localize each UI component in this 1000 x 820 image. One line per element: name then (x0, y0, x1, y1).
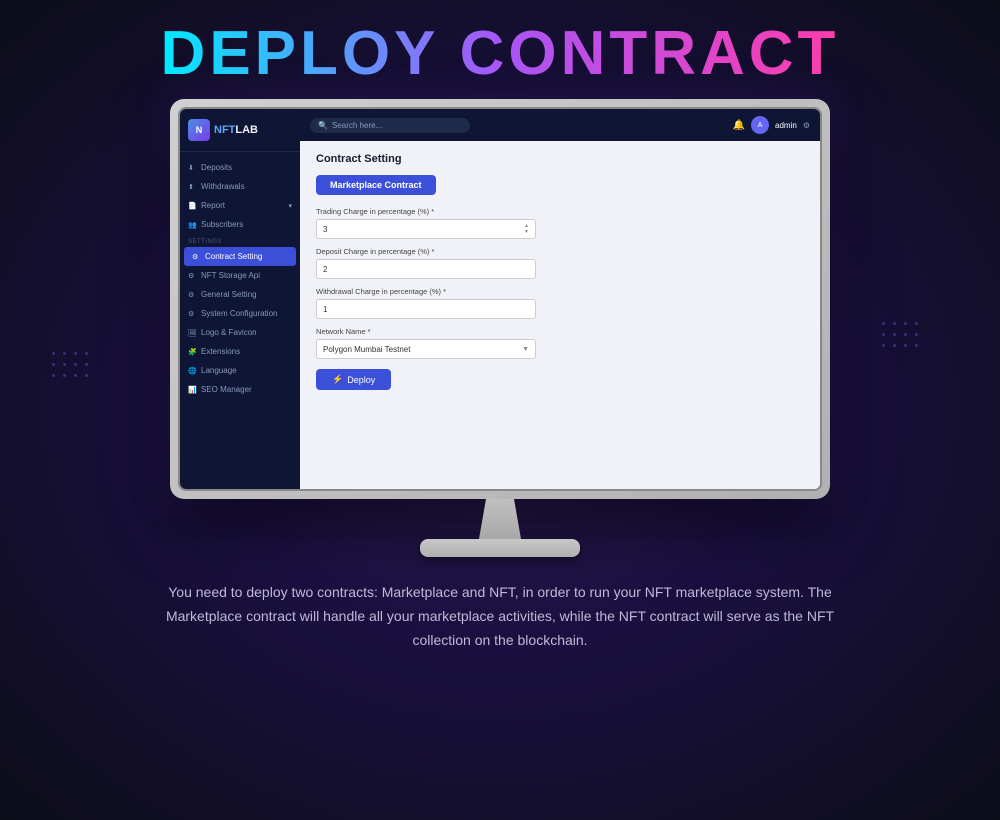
trading-charge-value: 3 (323, 225, 327, 234)
deploy-button-label: Deploy (347, 375, 375, 385)
page-main-title: DEPLOY CONTRACT (161, 18, 840, 89)
sidebar-item-label: SEO Manager (201, 385, 252, 394)
logo-icon: N (188, 119, 210, 141)
subscribers-icon: 👥 (188, 221, 196, 229)
trading-charge-label: Trading Charge in percentage (%) * (316, 207, 804, 216)
deposit-charge-value: 2 (323, 265, 327, 274)
logo-nft: NFT (214, 124, 235, 136)
logo-favicon-icon: 🖼 (188, 329, 196, 337)
deposit-charge-group: Deposit Charge in percentage (%) * 2 (316, 247, 804, 279)
logo-text: NFTLAB (214, 124, 258, 136)
deposit-charge-input[interactable]: 2 (316, 259, 536, 279)
withdrawal-charge-input[interactable]: 1 (316, 299, 536, 319)
sidebar-item-label: Deposits (201, 163, 232, 172)
sidebar-item-language[interactable]: 🌐 Language (180, 361, 300, 380)
search-box[interactable]: 🔍 Search here... (310, 118, 470, 133)
sidebar-item-report[interactable]: 📄 Report ▾ (180, 196, 300, 215)
admin-label: admin (775, 121, 797, 130)
sidebar-item-contract-setting[interactable]: ⚙ Contract Setting (184, 247, 296, 266)
sidebar-item-nft-storage[interactable]: ⚙ NFT Storage Api (180, 266, 300, 285)
network-name-select[interactable]: Polygon Mumbai Testnet ▼ (316, 339, 536, 359)
trading-charge-spinners: ▲ ▼ (524, 224, 529, 235)
sidebar-item-label: General Setting (201, 290, 257, 299)
sidebar-logo: N NFTLAB (180, 109, 300, 152)
topbar-settings-icon[interactable]: ⚙ (803, 121, 810, 130)
decorative-dots-left (50, 350, 90, 379)
sidebar-item-label: System Configuration (201, 309, 277, 318)
language-icon: 🌐 (188, 367, 196, 375)
sidebar-item-label: Language (201, 366, 237, 375)
search-input-placeholder: Search here... (332, 121, 382, 130)
trading-charge-input[interactable]: 3 ▲ ▼ (316, 219, 536, 239)
extensions-icon: 🧩 (188, 348, 196, 356)
sidebar-item-label: NFT Storage Api (201, 271, 260, 280)
deposits-icon: ⬇ (188, 164, 196, 172)
decorative-dots-right (880, 320, 920, 349)
sidebar-item-general-setting[interactable]: ⚙ General Setting (180, 285, 300, 304)
bottom-description: You need to deploy two contracts: Market… (140, 581, 860, 652)
spinner-down[interactable]: ▼ (524, 230, 529, 235)
main-area: 🔍 Search here... 🔔 A admin ⚙ (300, 109, 820, 489)
sidebar-item-subscribers[interactable]: 👥 Subscribers (180, 215, 300, 234)
content-area: Contract Setting Marketplace Contract Tr… (300, 141, 820, 489)
deploy-button[interactable]: ⚡ Deploy (316, 369, 391, 390)
chevron-down-icon: ▾ (288, 202, 292, 210)
nft-storage-icon: ⚙ (188, 272, 196, 280)
monitor-bezel: N NFTLAB ⬇ Deposits ⬆ Withdrawals (178, 107, 822, 491)
network-name-group: Network Name * Polygon Mumbai Testnet ▼ (316, 327, 804, 359)
sidebar-item-label: Extensions (201, 347, 240, 356)
sidebar-item-extensions[interactable]: 🧩 Extensions (180, 342, 300, 361)
withdrawals-icon: ⬆ (188, 183, 196, 191)
withdrawal-charge-label: Withdrawal Charge in percentage (%) * (316, 287, 804, 296)
bell-icon[interactable]: 🔔 (733, 120, 745, 131)
monitor-screen-outer: N NFTLAB ⬇ Deposits ⬆ Withdrawals (170, 99, 830, 499)
sidebar-item-label: Logo & Favicon (201, 328, 257, 337)
withdrawal-charge-group: Withdrawal Charge in percentage (%) * 1 (316, 287, 804, 319)
sidebar-nav: ⬇ Deposits ⬆ Withdrawals 📄 Report ▾ (180, 152, 300, 405)
general-setting-icon: ⚙ (188, 291, 196, 299)
sidebar: N NFTLAB ⬇ Deposits ⬆ Withdrawals (180, 109, 300, 489)
marketplace-contract-tab[interactable]: Marketplace Contract (316, 175, 436, 195)
content-page-title: Contract Setting (316, 153, 804, 165)
sidebar-item-withdrawals[interactable]: ⬆ Withdrawals (180, 177, 300, 196)
search-icon: 🔍 (318, 121, 328, 130)
trading-charge-group: Trading Charge in percentage (%) * 3 ▲ ▼ (316, 207, 804, 239)
logo-lab: LAB (235, 124, 258, 136)
monitor-stand-neck (465, 499, 535, 539)
sidebar-item-label: Withdrawals (201, 182, 245, 191)
report-icon: 📄 (188, 202, 196, 210)
withdrawal-charge-value: 1 (323, 305, 327, 314)
system-config-icon: ⚙ (188, 310, 196, 318)
network-name-label: Network Name * (316, 327, 804, 336)
sidebar-item-logo-favicon[interactable]: 🖼 Logo & Favicon (180, 323, 300, 342)
topbar-right: 🔔 A admin ⚙ (733, 116, 810, 134)
sidebar-item-deposits[interactable]: ⬇ Deposits (180, 158, 300, 177)
network-name-value: Polygon Mumbai Testnet (323, 345, 410, 354)
sidebar-item-label: Report (201, 201, 225, 210)
avatar: A (751, 116, 769, 134)
deposit-charge-label: Deposit Charge in percentage (%) * (316, 247, 804, 256)
monitor-stand-base (420, 539, 580, 557)
sidebar-item-label: Subscribers (201, 220, 243, 229)
select-chevron-icon: ▼ (522, 346, 529, 353)
deploy-icon: ⚡ (332, 374, 343, 385)
avatar-initial: A (758, 122, 763, 129)
sidebar-item-label: Contract Setting (205, 252, 262, 261)
sidebar-item-system-config[interactable]: ⚙ System Configuration (180, 304, 300, 323)
topbar: 🔍 Search here... 🔔 A admin ⚙ (300, 109, 820, 141)
spinner-up[interactable]: ▲ (524, 224, 529, 229)
contract-setting-icon: ⚙ (192, 253, 200, 261)
settings-section-label: SETTINGS (180, 234, 300, 247)
sidebar-item-seo-manager[interactable]: 📊 SEO Manager (180, 380, 300, 399)
monitor-wrapper: N NFTLAB ⬇ Deposits ⬆ Withdrawals (160, 99, 840, 557)
screen-content: N NFTLAB ⬇ Deposits ⬆ Withdrawals (180, 109, 820, 489)
seo-icon: 📊 (188, 386, 196, 394)
